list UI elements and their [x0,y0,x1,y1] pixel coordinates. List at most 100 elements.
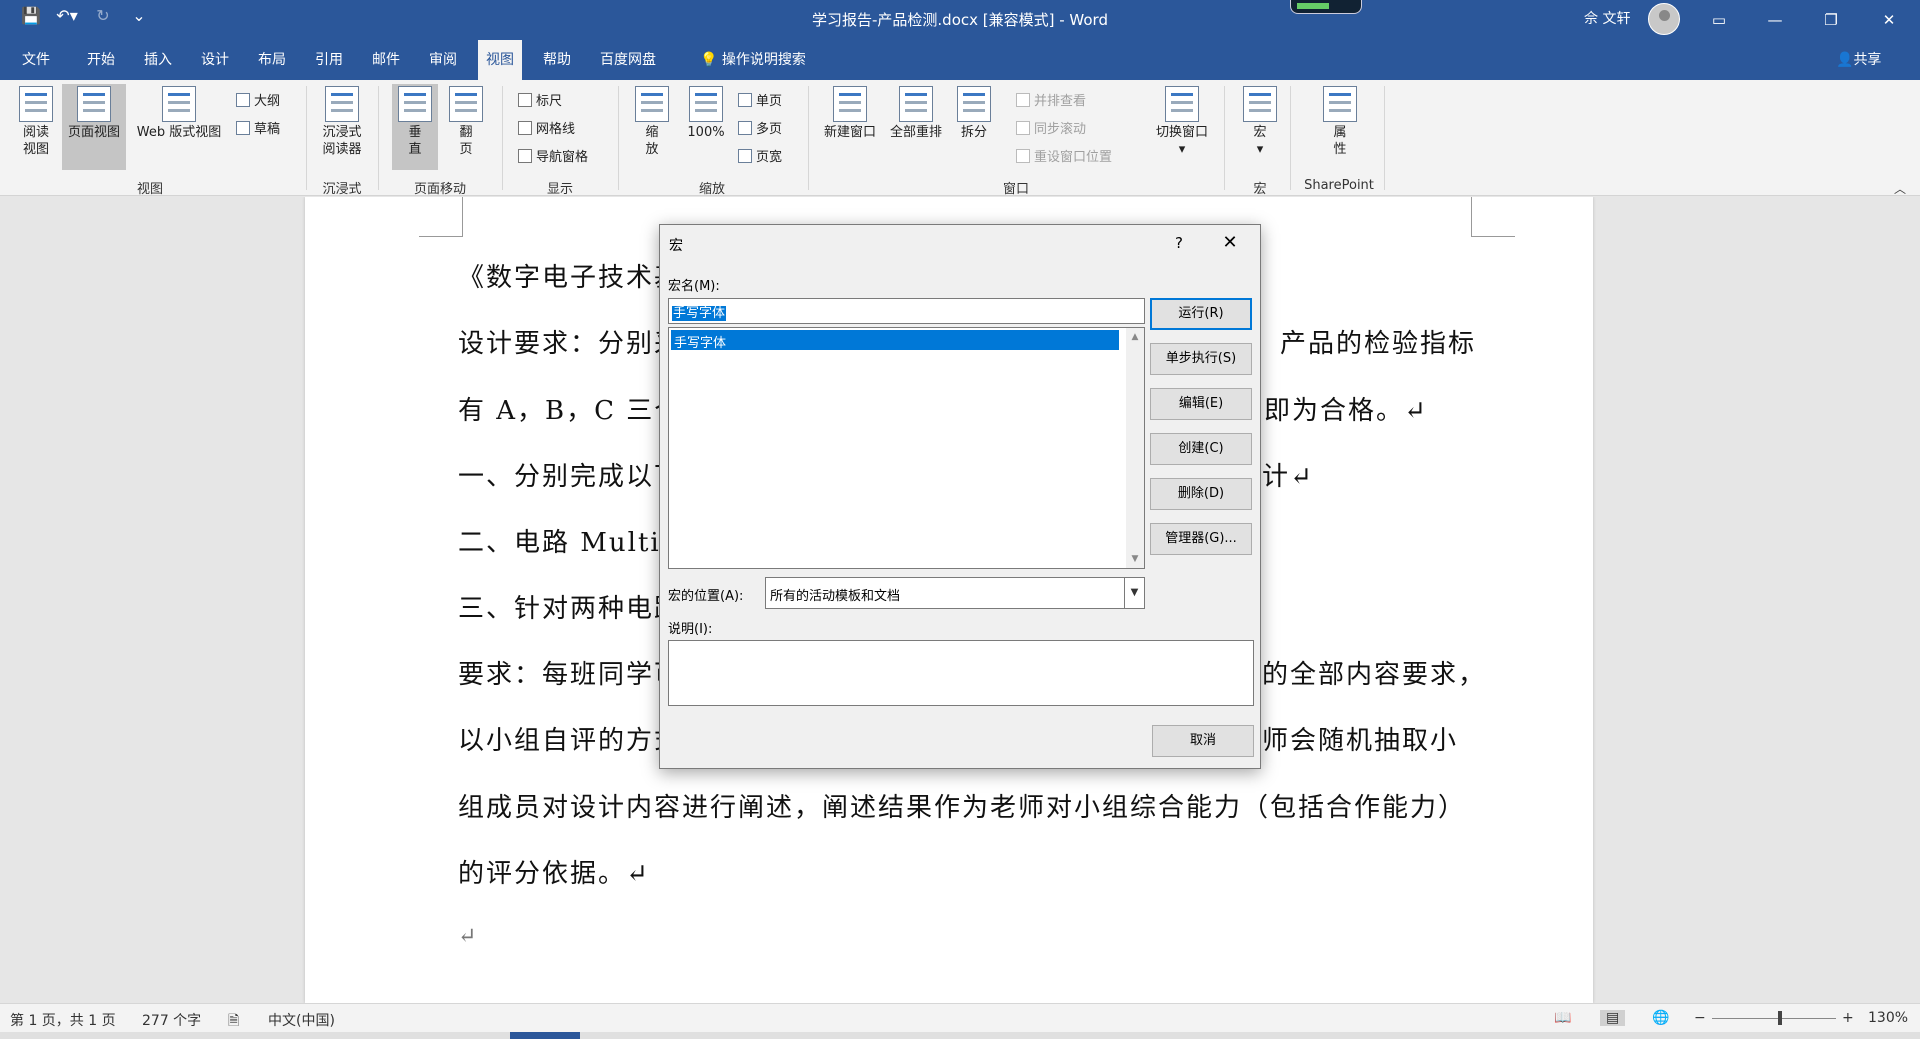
draft-icon [236,120,250,135]
tab-view[interactable]: 视图 [478,40,522,80]
tab-help[interactable]: 帮助 [535,40,579,80]
help-button[interactable]: ? [1165,231,1193,255]
group-separator [1290,86,1291,190]
collapse-ribbon-icon[interactable]: ︿ [1894,180,1906,197]
zoom-100-button[interactable]: 100% [684,86,728,141]
restore-button[interactable]: ❐ [1808,0,1854,40]
zoom-in-button[interactable]: + [1842,1010,1854,1026]
chevron-down-icon[interactable]: ▼ [1124,578,1144,608]
gridlines-checkbox[interactable]: 网格线 [518,118,575,137]
scrollbar-thumb[interactable] [510,1032,580,1039]
side-to-side-button[interactable]: 翻 页 [446,86,486,158]
minimize-button[interactable]: — [1752,0,1798,40]
tab-references[interactable]: 引用 [307,40,351,80]
doc-fragment-right[interactable]: 师会随机抽取小 [1262,720,1458,757]
doc-line-9[interactable]: 组成员对设计内容进行阐述，阐述结果作为老师对小组综合能力（包括合作能力） [458,787,1466,824]
doc-line-8[interactable]: 以小组自评的方式 [458,720,682,757]
tab-insert[interactable]: 插入 [136,40,180,80]
tab-baidu-netdisk[interactable]: 百度网盘 [592,40,664,80]
create-button[interactable]: 创建(C) [1150,433,1252,465]
group-separator [306,86,307,190]
read-mode-view-icon[interactable]: 📖 [1554,1010,1571,1026]
group-label-window: 窗口 [1002,182,1029,197]
list-item[interactable]: 手写字体 [671,330,1119,351]
doc-fragment-right[interactable]: 计↵ [1262,456,1314,493]
doc-line-4[interactable]: 一、分别完成以下 [458,456,682,493]
doc-line-5[interactable]: 二、电路 Multisi [458,522,686,559]
group-separator [618,86,619,190]
cancel-button[interactable]: 取消 [1152,725,1254,757]
draft-button[interactable]: 草稿 [236,118,280,137]
doc-line-10[interactable]: 的评分依据。↵ [458,853,650,890]
reset-window-icon [1016,148,1030,163]
split-button[interactable]: 拆分 [952,86,996,141]
doc-line-1[interactable]: 《数字电子技术基 [458,257,682,294]
doc-fragment-right[interactable]: 产品的检验指标 [1280,323,1476,360]
new-window-button[interactable]: 新建窗口 [818,86,882,141]
ruler-checkbox[interactable]: 标尺 [518,90,562,109]
delete-button[interactable]: 删除(D) [1150,478,1252,510]
reset-window-position-button[interactable]: 重设窗口位置 [1016,146,1112,165]
tab-file[interactable]: 文件 [14,40,58,80]
print-layout-view-icon[interactable]: ▤ [1600,1010,1626,1026]
tell-me-search[interactable]: 💡 操作说明搜索 [692,40,814,80]
tab-review[interactable]: 审阅 [421,40,465,80]
zoom-button[interactable]: 缩 放 [632,86,672,158]
macros-in-select[interactable]: 所有的活动模板和文档 ▼ [765,577,1145,609]
dialog-close-button[interactable]: ✕ [1213,231,1247,255]
page-count[interactable]: 第 1 页，共 1 页 [10,1010,116,1030]
avatar[interactable] [1648,3,1680,35]
zoom-slider-thumb[interactable] [1778,1011,1782,1025]
doc-empty-paragraph[interactable]: ↵ [458,924,478,949]
tab-home[interactable]: 开始 [79,40,123,80]
web-layout-button[interactable]: Web 版式视图 [128,86,230,141]
close-window-button[interactable]: ✕ [1866,0,1912,40]
macro-name-input[interactable]: 手写字体 [668,298,1145,324]
outline-button[interactable]: 大纲 [236,90,280,109]
synchronous-scrolling-button[interactable]: 同步滚动 [1016,118,1086,137]
language-indicator[interactable]: 中文(中国) [268,1010,335,1030]
macro-list[interactable]: 手写字体 ▲ ▼ [668,327,1145,569]
word-count[interactable]: 277 个字 [142,1010,201,1030]
switch-windows-button[interactable]: 切换窗口 ▾ [1148,86,1216,158]
properties-button[interactable]: 属 性 [1318,86,1362,158]
group-label-views: 视图 [136,182,163,197]
run-button[interactable]: 运行(R) [1150,298,1252,330]
one-page-button[interactable]: 单页 [738,90,782,109]
edit-button[interactable]: 编辑(E) [1150,388,1252,420]
chevron-up-icon[interactable]: ▲ [1126,332,1144,342]
multiple-pages-button[interactable]: 多页 [738,118,782,137]
read-mode-button[interactable]: 阅读 视图 [12,86,60,158]
horizontal-scrollbar[interactable] [0,1032,1920,1039]
arrange-all-button[interactable]: 全部重排 [884,86,948,141]
user-name[interactable]: 佘 文轩 [1584,8,1630,28]
outline-icon [236,92,250,107]
ribbon-display-options-button[interactable]: ▭ [1696,0,1742,40]
immersive-reader-button[interactable]: 沉浸式 阅读器 [312,86,372,158]
doc-fragment-right[interactable]: 的全部内容要求， [1262,654,1486,691]
proofing-icon[interactable]: 🗎 [228,1010,239,1034]
navigation-pane-checkbox[interactable]: 导航窗格 [518,146,588,165]
doc-fragment-right[interactable]: 即为合格。↵ [1264,390,1428,427]
tab-layout[interactable]: 布局 [250,40,294,80]
doc-line-2[interactable]: 设计要求：分别采 [458,323,682,360]
vertical-page-movement-button[interactable]: 垂 直 [392,84,438,170]
chevron-down-icon[interactable]: ▼ [1126,554,1144,564]
organizer-button[interactable]: 管理器(G)... [1150,523,1252,555]
share-button[interactable]: 👤共享 [1836,40,1881,80]
zoom-out-button[interactable]: − [1694,1010,1706,1026]
print-layout-button[interactable]: 页面视图 [62,84,126,170]
tab-design[interactable]: 设计 [193,40,237,80]
step-into-button[interactable]: 单步执行(S) [1150,343,1252,375]
doc-line-6[interactable]: 三、针对两种电路 [458,588,682,625]
list-scrollbar[interactable]: ▲ ▼ [1126,328,1144,568]
web-layout-view-icon[interactable]: 🌐 [1652,1010,1669,1026]
zoom-level[interactable]: 130% [1868,1010,1908,1026]
doc-line-7[interactable]: 要求：每班同学可 [458,654,682,691]
zoom-slider[interactable] [1712,1018,1836,1019]
page-width-button[interactable]: 页宽 [738,146,782,165]
macros-button[interactable]: 宏 ▾ [1240,86,1280,158]
group-label-page-movement: 页面移动 [413,182,466,197]
view-side-by-side-button[interactable]: 并排查看 [1016,90,1086,109]
tab-mailings[interactable]: 邮件 [364,40,408,80]
